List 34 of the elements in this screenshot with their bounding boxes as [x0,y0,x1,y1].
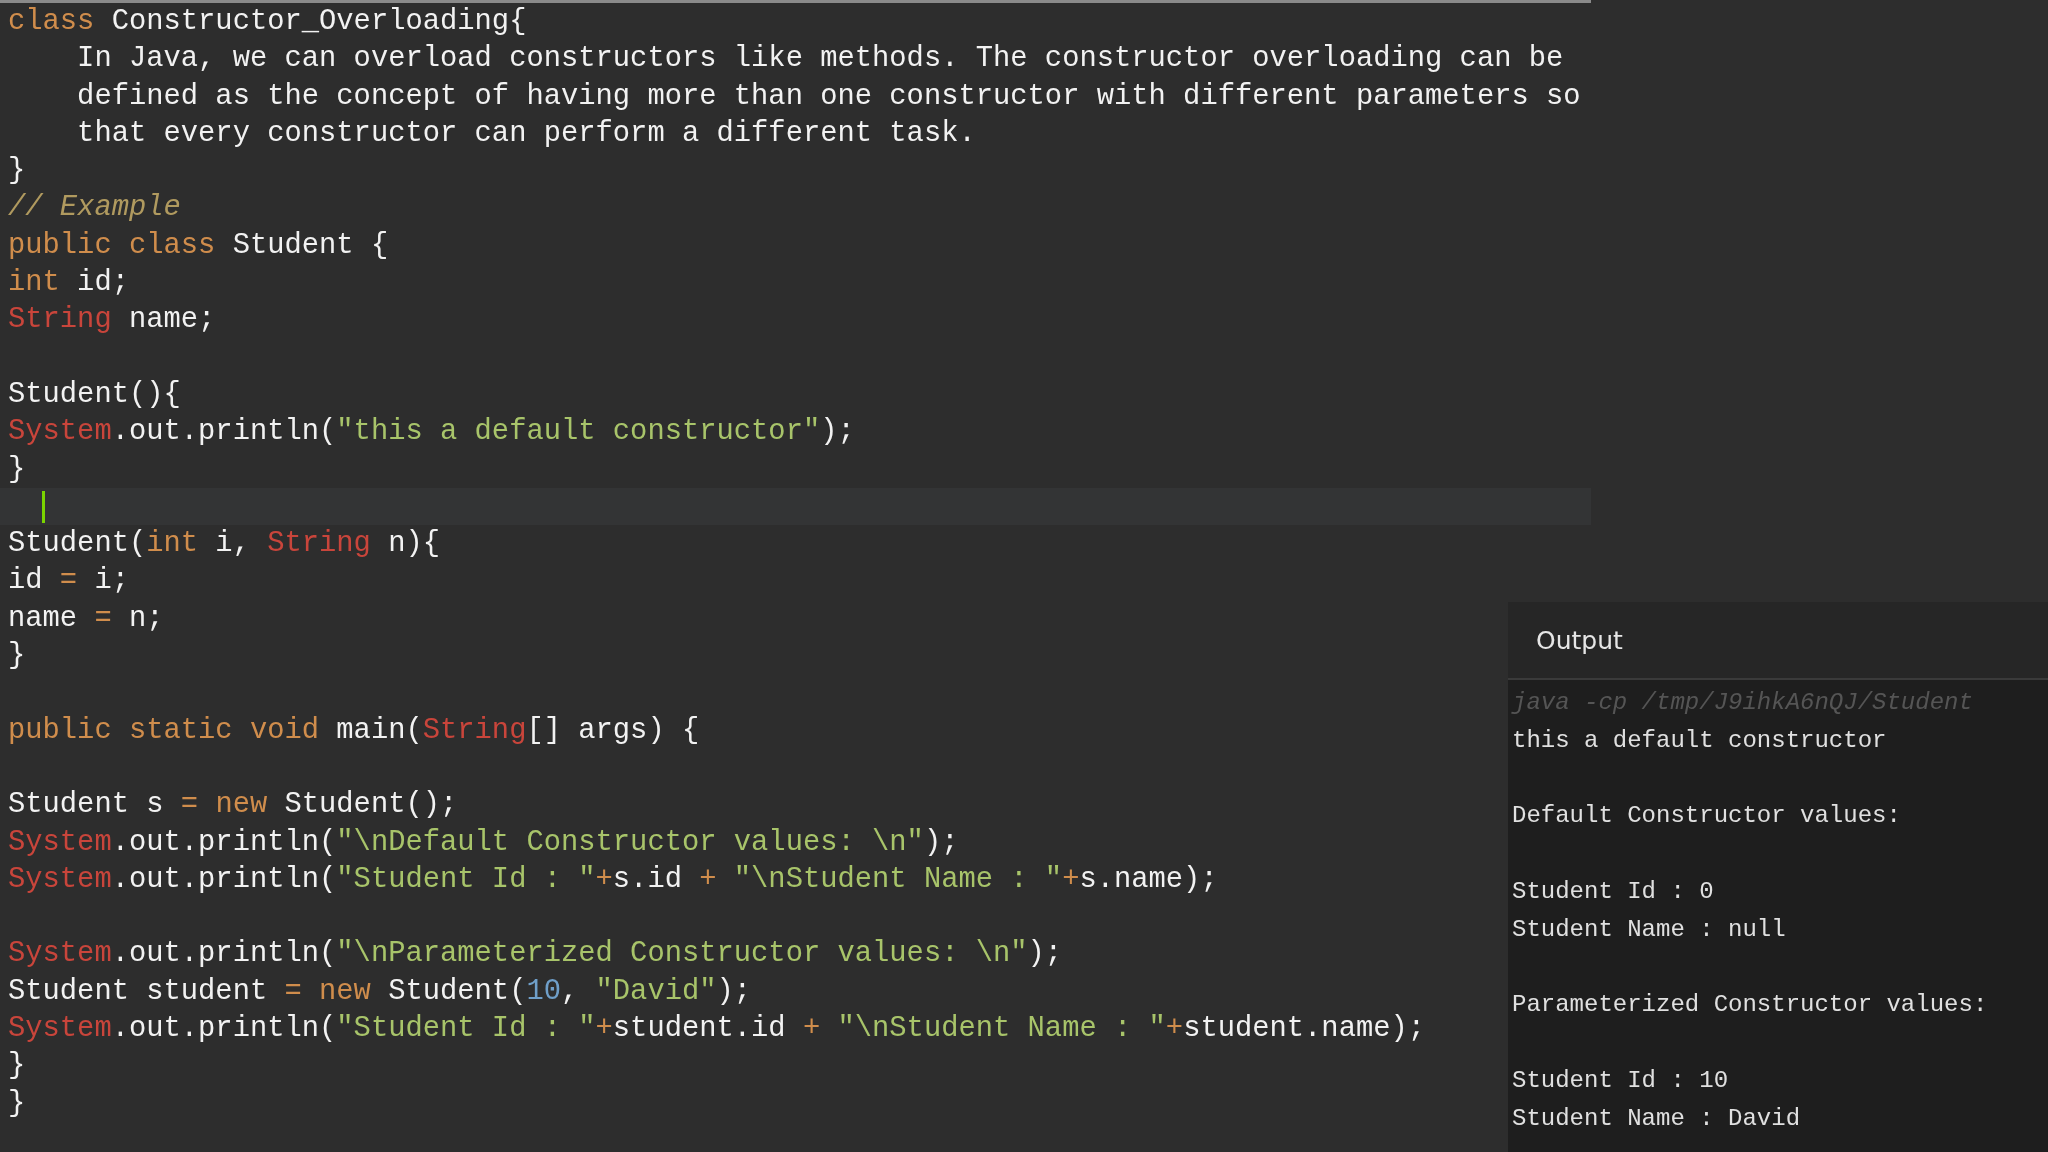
code-line: defined as the concept of having more than one constructor with different parameters so [76,78,1581,115]
code-line: } [8,451,26,488]
code-line: In Java, we can overload constructors like methods. The constructor overloading can be [76,41,1564,78]
code-line: String name; [8,302,216,339]
code-line: Student(){ [8,376,181,413]
output-line: Student Id : 0 [1512,877,1714,907]
code-line: System.out.println("Student Id : "+student.id + "\nStudent Name : "+student.name); [8,1011,1426,1047]
code-line: System.out.println("Student Id : "+s.id + "\nStudent Name : "+s.name); [8,861,1218,898]
code-line: public class Student { [8,227,389,264]
code-line: class Constructor_Overloading{ [8,4,527,40]
code-line: } [8,1085,26,1122]
code-line: System.out.println("\nParameterized Constructor values: \n"); [8,936,1063,973]
output-line: this a default constructor [1512,725,1887,756]
code-line: System.out.println("\nDefault Constructor values: \n"); [8,824,959,861]
code-line: } [8,638,26,675]
code-line: Student s = new Student(); [8,787,458,824]
code-line: } [8,1048,26,1085]
output-line: Parameterized Constructor values: [1512,990,1988,1021]
output-title: Output [1536,625,1623,655]
code-line: public static void main(String[] args) { [8,712,700,749]
code-line: System.out.println("this a default constructor"); [8,414,855,451]
code-line: } [8,153,26,190]
code-line: int id; [8,265,129,302]
code-line: Student(int i, String n){ [8,526,441,563]
output-line: Default Constructor values: [1512,801,1901,832]
code-line: Student student = new Student(10, "David"); [8,973,752,1010]
output-line: Student Name : null [1512,914,1786,945]
output-line: Student Id : 10 [1512,1065,1729,1096]
code-line: that every constructor can perform a different task. [76,115,976,152]
text-cursor [42,490,45,523]
output-line: Student Name : David [1512,1103,1801,1134]
code-line: id = i; [8,563,129,600]
code-line: // Example [8,190,181,227]
code-line: name = n; [8,600,164,637]
